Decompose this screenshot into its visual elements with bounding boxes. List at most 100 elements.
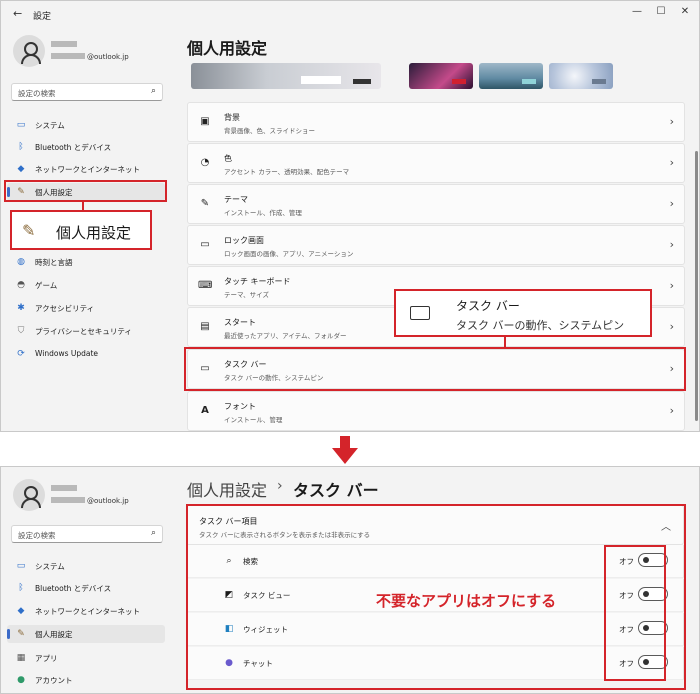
close-button[interactable]: ✕ xyxy=(675,6,695,17)
sidebar-item-label: ゲーム xyxy=(35,281,58,290)
search-input[interactable]: 設定の検索 ⌕ xyxy=(11,83,163,101)
sidebar-item-gaming[interactable]: ◓ ゲーム xyxy=(7,276,165,294)
breadcrumb-parent[interactable]: 個人用設定 xyxy=(187,477,267,501)
redacted-name xyxy=(51,41,77,47)
selection-indicator xyxy=(7,629,10,639)
card-title: タッチ キーボード xyxy=(224,277,291,286)
sidebar-item-system[interactable]: ▭ システム xyxy=(7,557,165,575)
title-bar: ← 設定 — ☐ ✕ xyxy=(1,1,699,29)
scrollbar[interactable] xyxy=(695,151,698,421)
card-title: 色 xyxy=(224,154,232,163)
card-subtitle: インストール、管理 xyxy=(224,416,283,424)
sidebar-item-accounts[interactable]: ● アカウント xyxy=(7,671,165,689)
sidebar-item-personalize[interactable]: ✎ 個人用設定 xyxy=(7,625,165,643)
sidebar-item-apps[interactable]: ▦ アプリ xyxy=(7,649,165,667)
accessibility-icon: ✱ xyxy=(17,303,25,313)
search-input[interactable]: 設定の検索 ⌕ xyxy=(11,525,163,543)
sidebar-item-network[interactable]: ◆ ネットワークとインターネット xyxy=(7,602,165,620)
card-subtitle: インストール、作成、管理 xyxy=(224,209,302,217)
card-subtitle: ロック画面の画像、アプリ、アニメーション xyxy=(224,250,354,258)
bluetooth-icon: ᛒ xyxy=(18,583,24,593)
theme-thumbnail[interactable] xyxy=(409,63,473,89)
monitor-icon: ▭ xyxy=(16,120,26,130)
sidebar-item-time-language[interactable]: ◍ 時刻と言語 xyxy=(7,253,165,271)
theme-accent-chip xyxy=(452,79,466,84)
sidebar-item-bluetooth[interactable]: ᛒ Bluetooth とデバイス xyxy=(7,138,165,156)
current-theme-preview[interactable] xyxy=(191,63,381,89)
person-icon: ● xyxy=(17,675,25,685)
search-placeholder: 設定の検索 xyxy=(18,89,56,98)
globe-icon: ◍ xyxy=(17,257,25,267)
redacted-name xyxy=(51,485,77,491)
card-background[interactable]: ▣ 背景 背景画像、色、スライドショー › xyxy=(187,102,685,142)
callout-taskbar: タスク バー タスク バーの動作、システムピン xyxy=(394,289,652,337)
sidebar-item-label: システム xyxy=(35,121,65,130)
sidebar-item-label: アカウント xyxy=(35,676,73,685)
maximize-button[interactable]: ☐ xyxy=(651,6,671,17)
wifi-icon: ◆ xyxy=(17,164,25,174)
highlight-toggles xyxy=(604,545,666,681)
account-email: @outlook.jp xyxy=(87,53,129,61)
chevron-right-icon: › xyxy=(669,320,674,333)
sidebar-item-bluetooth[interactable]: ᛒ Bluetooth とデバイス xyxy=(7,579,165,597)
image-icon: ▣ xyxy=(200,116,210,127)
lock-screen-icon: ▭ xyxy=(200,239,210,250)
chevron-right-icon: › xyxy=(669,238,674,251)
search-icon: ⌕ xyxy=(150,528,156,538)
sidebar-item-privacy[interactable]: ⛉ プライバシーとセキュリティ xyxy=(7,322,165,340)
theme-accent-chip xyxy=(592,79,606,84)
sidebar-item-label: Bluetooth とデバイス xyxy=(35,143,112,152)
chevron-right-icon: › xyxy=(669,115,674,128)
bluetooth-icon: ᛒ xyxy=(18,142,24,152)
chevron-right-icon: › xyxy=(669,404,674,417)
redacted-email-prefix xyxy=(51,497,85,503)
highlight-taskbar-card xyxy=(184,347,686,391)
card-themes[interactable]: ✎ テーマ インストール、作成、管理 › xyxy=(187,184,685,224)
sidebar-item-label: ネットワークとインターネット xyxy=(35,165,140,174)
breadcrumb-separator: › xyxy=(277,478,283,494)
avatar[interactable] xyxy=(13,479,45,511)
search-placeholder: 設定の検索 xyxy=(18,531,56,540)
callout-subtitle: タスク バーの動作、システムピン xyxy=(456,319,625,332)
card-lock-screen[interactable]: ▭ ロック画面 ロック画面の画像、アプリ、アニメーション › xyxy=(187,225,685,265)
theme-thumbnail[interactable] xyxy=(479,63,543,89)
down-arrow-icon xyxy=(332,436,358,464)
card-title: フォント xyxy=(224,402,256,411)
callout-personalize: ✎ 個人用設定 xyxy=(10,210,152,250)
card-colors[interactable]: ◔ 色 アクセント カラー、透明効果、配色テーマ › xyxy=(187,143,685,183)
sidebar-item-accessibility[interactable]: ✱ アクセシビリティ xyxy=(7,299,165,317)
sidebar-item-label: プライバシーとセキュリティ xyxy=(35,327,132,336)
card-title: テーマ xyxy=(224,195,248,204)
brush-icon: ✎ xyxy=(22,221,36,240)
annotation-turn-off: 不要なアプリはオフにする xyxy=(376,592,557,610)
search-icon: ⌕ xyxy=(150,86,156,96)
sidebar-item-network[interactable]: ◆ ネットワークとインターネット xyxy=(7,160,165,178)
pen-icon: ✎ xyxy=(200,198,210,209)
sidebar-item-label: システム xyxy=(35,562,65,571)
theme-thumbnail[interactable] xyxy=(549,63,613,89)
page-title: タスク バー xyxy=(293,481,379,500)
back-arrow-icon[interactable]: ← xyxy=(13,7,22,20)
sidebar-item-label: アクセシビリティ xyxy=(35,304,95,313)
avatar[interactable] xyxy=(13,35,45,67)
card-title: 背景 xyxy=(224,113,240,122)
brush-icon: ✎ xyxy=(17,629,25,639)
card-subtitle: 最近使ったアプリ、アイテム、フォルダー xyxy=(224,332,347,340)
sidebar-item-system[interactable]: ▭ システム xyxy=(7,116,165,134)
card-title: スタート xyxy=(224,318,256,327)
sidebar-item-windows-update[interactable]: ⟳ Windows Update xyxy=(7,345,165,363)
update-icon: ⟳ xyxy=(17,349,25,359)
card-subtitle: 背景画像、色、スライドショー xyxy=(224,127,315,135)
font-icon: A xyxy=(201,405,209,416)
taskbar-icon xyxy=(410,306,430,320)
card-fonts[interactable]: A フォント インストール、管理 › xyxy=(187,391,685,431)
chevron-right-icon: › xyxy=(669,156,674,169)
theme-accent-chip xyxy=(522,79,536,84)
preview-window xyxy=(301,76,341,84)
sidebar-item-label: Windows Update xyxy=(35,349,99,358)
palette-icon: ◔ xyxy=(200,157,210,168)
minimize-button[interactable]: — xyxy=(627,6,647,17)
page-title: 個人用設定 xyxy=(187,39,268,58)
callout-label: 個人用設定 xyxy=(56,224,132,242)
keyboard-icon: ⌨ xyxy=(198,280,213,291)
